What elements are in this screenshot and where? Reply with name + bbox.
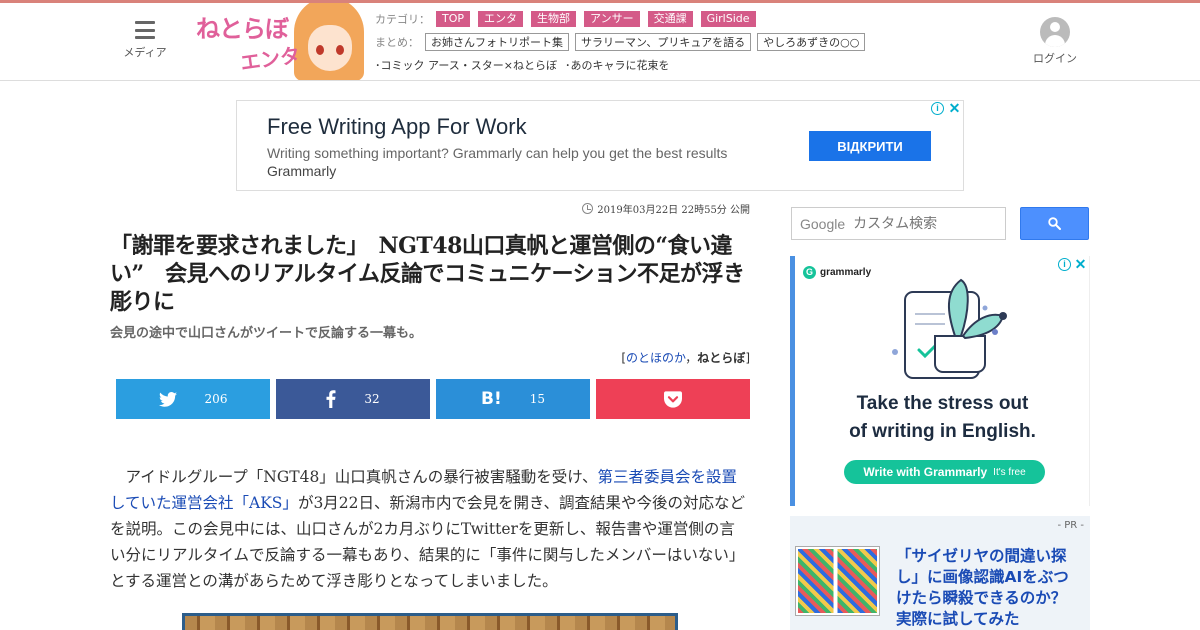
side-ad-choices: i ✕ <box>1058 257 1087 271</box>
hatena-bookmark-button[interactable]: B! 15 <box>436 379 590 419</box>
facebook-icon <box>326 390 336 408</box>
matome-label: まとめ： <box>375 36 419 49</box>
logo-character-face <box>308 25 352 71</box>
search-input[interactable] <box>853 215 994 232</box>
side-ad-close-icon[interactable]: ✕ <box>1074 257 1087 271</box>
custom-search-box: Google <box>791 207 1006 240</box>
side-ad-cta-note: It's free <box>993 466 1026 478</box>
feature-link-comic-earth-star[interactable]: ･コミック アース・スター×ねとらぼ <box>375 57 557 73</box>
matome-link-yashiro[interactable]: やしろあずきの○○ <box>757 33 866 51</box>
category-koutsuka[interactable]: 交通課 <box>647 11 693 27</box>
ad-open-button[interactable]: ВІДКРИТИ <box>809 131 931 161</box>
login-label: ログイン <box>1033 52 1077 65</box>
ad-title[interactable]: Free Writing App For Work <box>267 114 527 140</box>
logo-subtext: エンタ <box>238 42 302 76</box>
grammarly-logo: G grammarly <box>803 266 871 279</box>
matome-row: まとめ： お姉さんフォトリポート集 サラリーマン、プリキュアを語る やしろあずき… <box>375 33 871 51</box>
search-button[interactable] <box>1020 207 1089 240</box>
feature-links-row: ･コミック アース・スター×ねとらぼ ･あのキャラに花束を <box>375 57 871 73</box>
publish-date: 2019年03月22日 22時55分 公開 <box>110 200 750 216</box>
google-search-brand: Google <box>800 215 846 232</box>
pr-label: - PR - <box>1057 520 1084 531</box>
pr-article-title[interactable]: 「サイゼリヤの間違い探し」に画像認識AIをぶつけたら瞬殺できるのか？ 実際に試し… <box>896 546 1082 630</box>
side-ad-headline: Take the stress out of writing in Englis… <box>795 390 1090 446</box>
side-ad-info-icon[interactable]: i <box>1058 258 1071 271</box>
grammarly-brand-text: grammarly <box>820 267 872 278</box>
side-ad-headline-line-2: of writing in English. <box>849 421 1036 442</box>
logo-eye-left <box>316 45 324 55</box>
twitter-share-button[interactable]: 206 <box>116 379 270 419</box>
twitter-share-count: 206 <box>204 392 228 406</box>
feature-link-hanataba[interactable]: ･あのキャラに花束を <box>565 57 670 73</box>
byline: [のとほのか，ねとらぼ] <box>110 349 750 366</box>
ad-brand: Grammarly <box>267 163 337 179</box>
hatena-bookmark-count: 15 <box>529 392 545 406</box>
login-button[interactable]: ログイン <box>1030 17 1080 66</box>
search-icon <box>1048 217 1061 230</box>
user-avatar-icon <box>1040 17 1070 47</box>
facebook-share-button[interactable]: 32 <box>276 379 430 419</box>
byline-site: ねとらぼ <box>697 351 746 365</box>
hatena-bookmark-icon: B! <box>481 389 502 409</box>
pr-article-card[interactable]: - PR - 「サイゼリヤの間違い探し」に画像認識AIをぶつけたら瞬殺できるのか… <box>790 516 1090 630</box>
article-body: アイドルグループ「NGT48」山口真帆さんの暴行被害騒動を受け、第三者委員会を設… <box>110 464 750 594</box>
category-answer[interactable]: アンサー <box>584 11 640 27</box>
document-plant-illustration <box>892 278 1007 379</box>
category-seibutsubu[interactable]: 生物部 <box>531 11 577 27</box>
category-label: カテゴリ： <box>375 13 430 26</box>
pr-thumbnail[interactable] <box>795 546 880 616</box>
ad-close-icon[interactable]: ✕ <box>948 101 961 115</box>
facebook-share-count: 32 <box>364 392 380 406</box>
top-banner-ad[interactable]: i ✕ Free Writing App For Work Writing so… <box>236 100 964 191</box>
clock-icon <box>582 202 594 214</box>
logo-text: ねとらぼ <box>196 15 289 43</box>
twitter-icon <box>158 391 177 407</box>
header-nav: カテゴリ： TOP エンタ 生物部 アンサー 交通課 GirlSide まとめ：… <box>375 11 871 80</box>
article-subtitle: 会見の途中で山口さんがツイートで反論する一幕も。 <box>110 326 423 341</box>
write-with-grammarly-button[interactable]: Write with Grammarly It's free <box>844 460 1045 484</box>
byline-close: ] <box>745 351 750 365</box>
category-enta[interactable]: エンタ <box>478 11 524 27</box>
pocket-icon <box>664 390 682 408</box>
category-top[interactable]: TOP <box>436 11 471 27</box>
pr-thumbnail-image <box>798 549 877 613</box>
byline-separator: ， <box>685 351 698 365</box>
ad-info-icon[interactable]: i <box>931 102 944 115</box>
sidebar-grammarly-ad[interactable]: G grammarly i ✕ Take the stress out of w… <box>790 256 1090 506</box>
share-buttons: 206 32 B! 15 <box>116 379 750 419</box>
media-menu-label: メディア <box>123 46 167 59</box>
side-ad-cta-label: Write with Grammarly <box>863 465 988 479</box>
pocket-save-button[interactable] <box>596 379 750 419</box>
article-title: 「謝罪を要求されました」 NGT48山口真帆と運営側の“食い違い” 会見へのリア… <box>110 233 745 315</box>
article-photo[interactable] <box>182 613 678 630</box>
hamburger-icon <box>135 21 155 39</box>
matome-link-precure[interactable]: サラリーマン、プリキュアを語る <box>575 33 752 51</box>
ad-choices: i ✕ <box>931 101 961 115</box>
matome-link-photo-report[interactable]: お姉さんフォトリポート集 <box>425 33 569 51</box>
ad-description: Writing something important? Grammarly c… <box>267 145 728 161</box>
category-girlside[interactable]: GirlSide <box>700 11 756 27</box>
category-row: カテゴリ： TOP エンタ 生物部 アンサー 交通課 GirlSide <box>375 11 871 27</box>
site-logo[interactable]: ねとらぼ エンタ <box>194 3 368 80</box>
grammarly-g-icon: G <box>803 266 816 279</box>
media-menu-button[interactable]: メディア <box>120 21 170 60</box>
author-link[interactable]: のとほのか <box>626 351 685 365</box>
article-header: 2019年03月22日 22時55分 公開 「謝罪を要求されました」 NGT48… <box>110 200 750 366</box>
logo-eye-right <box>336 45 344 55</box>
article-photo-image <box>185 616 675 630</box>
body-text-intro: アイドルグループ「NGT48」山口真帆さんの暴行被害騒動を受け、 <box>125 468 598 486</box>
site-header: メディア ねとらぼ エンタ カテゴリ： TOP エンタ 生物部 アンサー 交通課… <box>0 3 1200 81</box>
publish-date-text: 2019年03月22日 22時55分 公開 <box>597 204 750 216</box>
side-ad-headline-line-1: Take the stress out <box>856 393 1029 414</box>
